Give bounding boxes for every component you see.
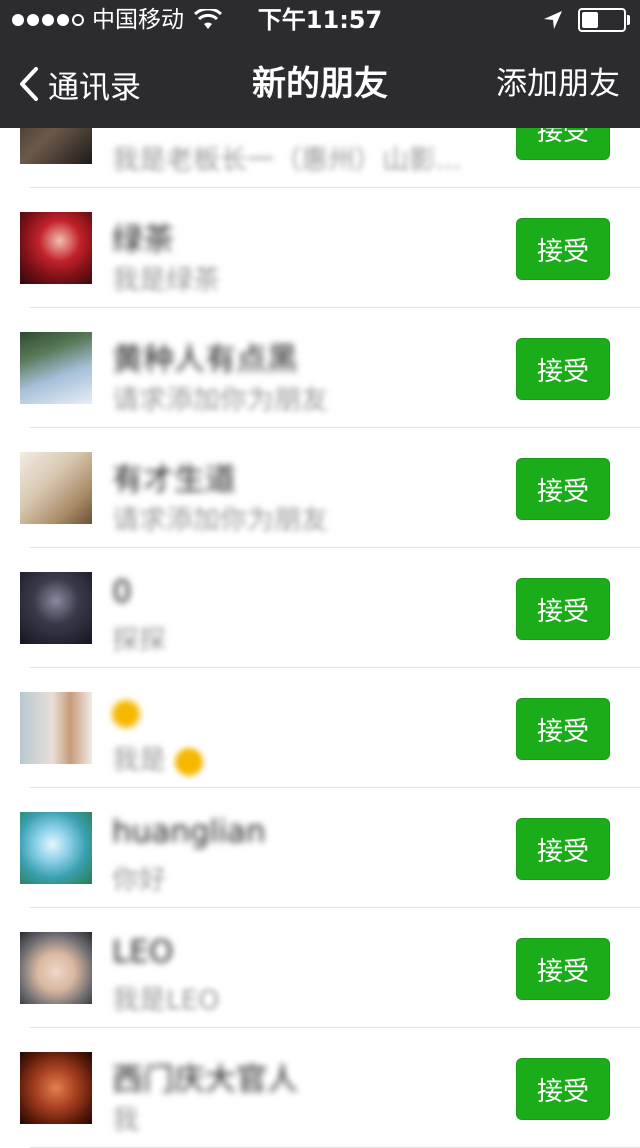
avatar[interactable] <box>20 332 92 404</box>
request-message: 我是LEO <box>112 985 220 1016</box>
friend-name: huanglian <box>112 814 266 850</box>
accept-button[interactable]: 接受 <box>516 578 610 640</box>
friend-name: 西门庆大官人 <box>112 1062 298 1098</box>
request-message: 探探 <box>112 625 166 656</box>
avatar[interactable] <box>20 212 92 284</box>
request-message: 请求添加你为朋友 <box>112 505 328 536</box>
request-message: 你好 <box>112 865 166 896</box>
smile-emoji-icon <box>174 747 203 776</box>
accept-button[interactable]: 接受 <box>516 938 610 1000</box>
friend-name: 黄种人有点黑 <box>112 342 298 378</box>
avatar[interactable] <box>20 452 92 524</box>
request-message: 请求添加你为朋友 <box>112 385 328 416</box>
friend-request-row[interactable]: LEO 我是LEO 接受 <box>0 908 640 1028</box>
request-message: 我 <box>112 1105 139 1136</box>
accept-button[interactable]: 接受 <box>516 818 610 880</box>
friend-request-list: 我是老板长一（惠州）山影... 接受 绿茶 我是绿茶 接受 黄种人有点黑 请求添… <box>0 68 640 1148</box>
avatar[interactable] <box>20 932 92 1004</box>
friend-request-row[interactable]: 0 探探 接受 <box>0 548 640 668</box>
friend-request-row[interactable]: 有才生道 请求添加你为朋友 接受 <box>0 428 640 548</box>
friend-name: LEO <box>112 934 174 970</box>
friend-name: 有才生道 <box>112 462 236 498</box>
accept-button[interactable]: 接受 <box>516 458 610 520</box>
accept-button[interactable]: 接受 <box>516 1058 610 1120</box>
accept-button[interactable]: 接受 <box>516 218 610 280</box>
accept-button[interactable]: 接受 <box>516 338 610 400</box>
request-message: 我是绿茶 <box>112 265 220 296</box>
navigation-bar: 通讯录 新的朋友 添加朋友 <box>0 40 640 128</box>
request-message: 我是老板长一（惠州）山影... <box>112 145 462 176</box>
friend-request-row[interactable]: 黄种人有点黑 请求添加你为朋友 接受 <box>0 308 640 428</box>
top-bar: 中国移动 下午11:57 通讯录 新的朋友 添加朋友 <box>0 0 640 128</box>
location-arrow-icon <box>544 11 562 29</box>
smile-emoji-icon <box>112 699 140 728</box>
battery-icon <box>578 8 630 32</box>
friend-request-row[interactable]: huanglian 你好 接受 <box>0 788 640 908</box>
avatar[interactable] <box>20 572 92 644</box>
avatar[interactable] <box>20 692 92 764</box>
add-friend-button[interactable]: 添加朋友 <box>496 40 620 128</box>
avatar[interactable] <box>20 1052 92 1124</box>
friend-name: 绿茶 <box>112 222 174 258</box>
avatar[interactable] <box>20 812 92 884</box>
request-message: 我是 <box>112 738 203 777</box>
friend-request-row[interactable]: 西门庆大官人 我 接受 <box>0 1028 640 1148</box>
accept-button[interactable]: 接受 <box>516 698 610 760</box>
friend-name: 0 <box>112 574 132 610</box>
friend-name <box>112 694 140 730</box>
status-bar: 中国移动 下午11:57 <box>0 0 640 40</box>
friend-request-row[interactable]: 绿茶 我是绿茶 接受 <box>0 188 640 308</box>
friend-request-row[interactable]: 我是 接受 <box>0 668 640 788</box>
